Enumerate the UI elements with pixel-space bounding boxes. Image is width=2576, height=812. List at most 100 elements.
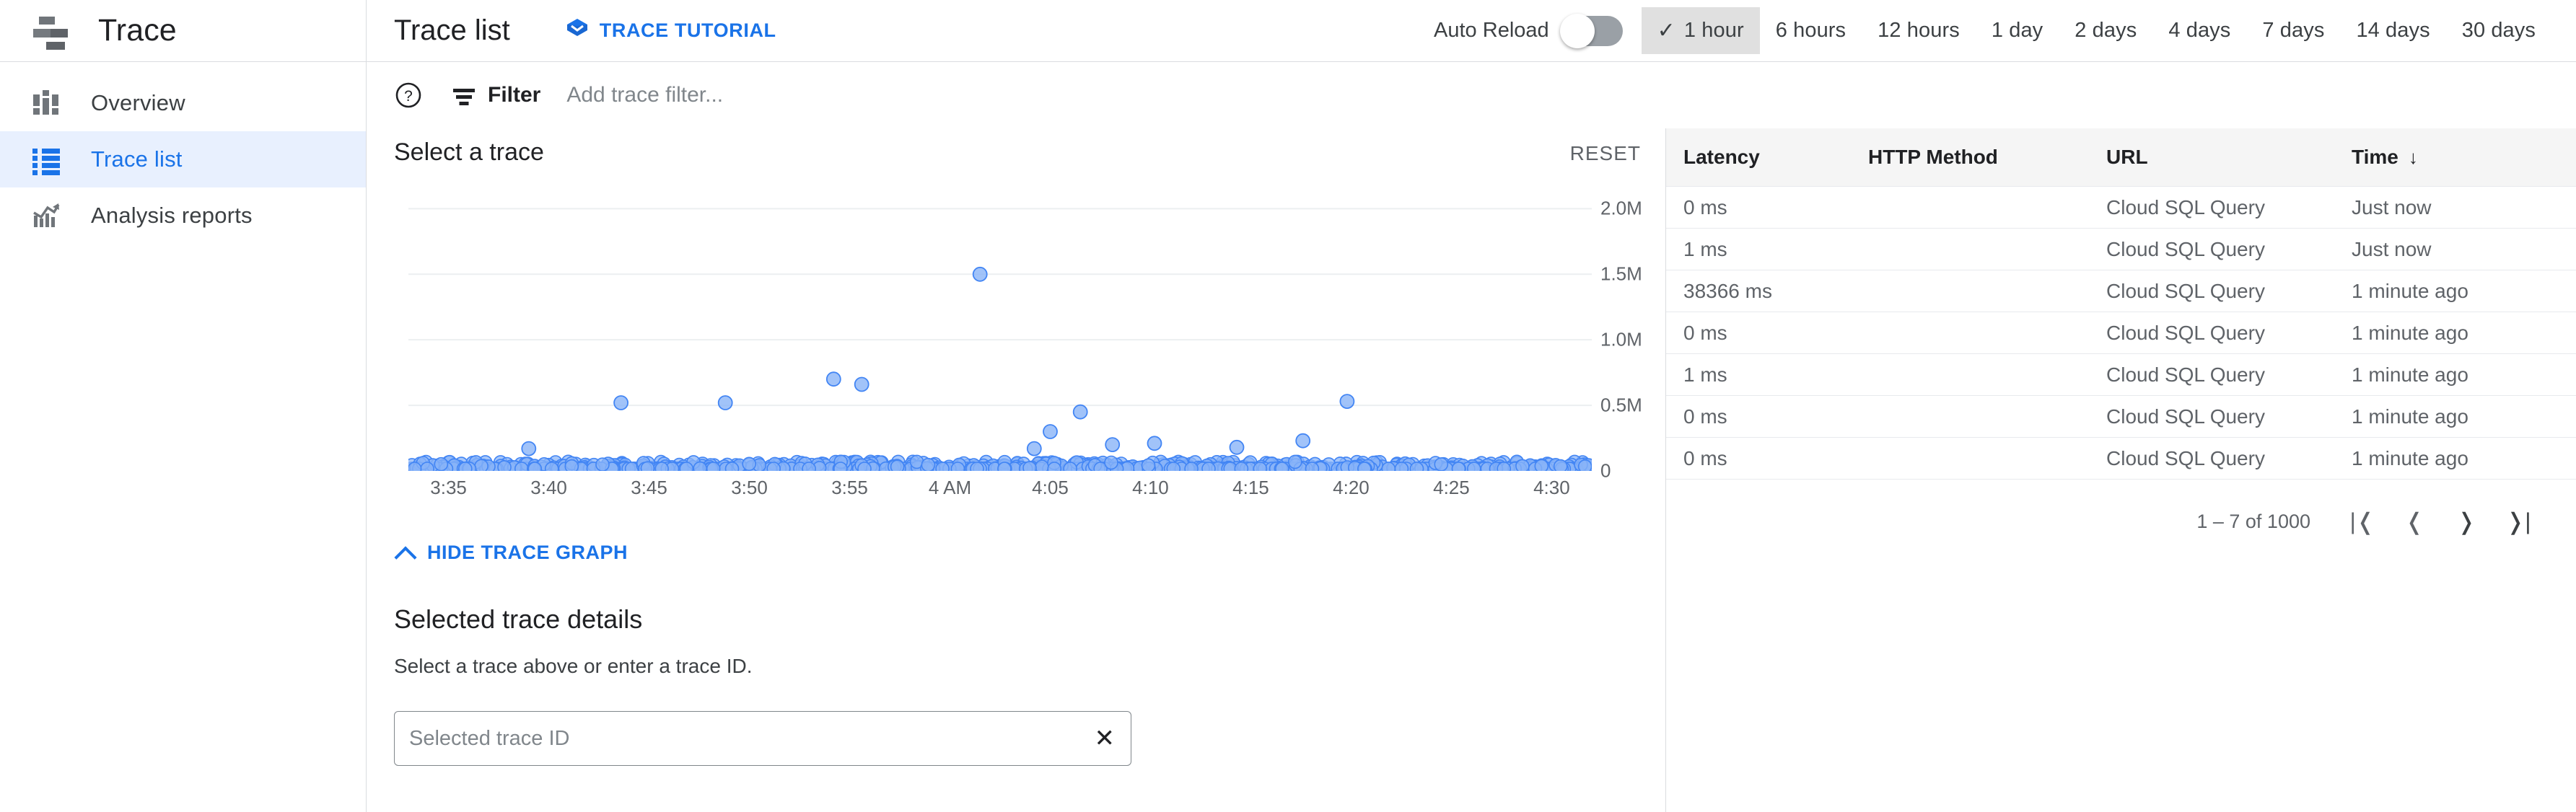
close-x-icon[interactable]: ✕ bbox=[1085, 726, 1116, 751]
trace-id-field[interactable]: ✕ bbox=[394, 711, 1131, 766]
filter-button[interactable]: Filter bbox=[452, 83, 540, 107]
page-title: Trace list bbox=[394, 14, 510, 46]
table-row[interactable]: 1 ms Cloud SQL Query 1 minute ago bbox=[1666, 353, 2576, 396]
cell-http-method bbox=[1868, 312, 2106, 354]
range-1-hour[interactable]: ✓ 1 hour bbox=[1641, 7, 1760, 54]
range-label: 14 days bbox=[2356, 19, 2430, 42]
y-axis-labels: 0 0.5M 1.0M 1.5M 2.0M bbox=[1600, 182, 1687, 482]
table-row[interactable]: 38366 ms Cloud SQL Query 1 minute ago bbox=[1666, 270, 2576, 312]
x-axis-tick: 4:05 bbox=[1032, 477, 1069, 498]
range-6-hours[interactable]: 6 hours bbox=[1760, 7, 1862, 54]
range-label: 1 hour bbox=[1683, 19, 1744, 42]
range-4-days[interactable]: 4 days bbox=[2152, 7, 2246, 54]
hide-trace-graph-label: HIDE TRACE GRAPH bbox=[427, 542, 628, 563]
sidebar-item-overview[interactable]: Overview bbox=[0, 75, 366, 131]
column-header-time[interactable]: Time ↓ bbox=[2352, 128, 2576, 187]
cell-url: Cloud SQL Query bbox=[2106, 312, 2352, 354]
previous-page-button[interactable]: ❬ bbox=[2388, 495, 2440, 547]
filter-bar: ? Filter bbox=[367, 62, 2576, 128]
x-axis-labels: 3:35 3:40 3:45 3:50 3:55 4 AM 4:05 4:10 4:15 4:20… bbox=[408, 477, 1592, 506]
cell-time: Just now bbox=[2352, 186, 2576, 229]
range-14-days[interactable]: 14 days bbox=[2340, 7, 2445, 54]
trace-filter-input[interactable] bbox=[566, 83, 1072, 107]
table-row[interactable]: 0 ms Cloud SQL Query 1 minute ago bbox=[1666, 312, 2576, 354]
table-row[interactable]: 1 ms Cloud SQL Query Just now bbox=[1666, 228, 2576, 270]
cell-time: 1 minute ago bbox=[2352, 437, 2576, 480]
trace-tutorial-label: TRACE TUTORIAL bbox=[599, 19, 776, 41]
top-bar: Trace list TRACE TUTORIAL Auto Reload ✓ bbox=[367, 0, 2576, 62]
cell-latency: 0 ms bbox=[1666, 312, 1868, 354]
cell-http-method bbox=[1868, 186, 2106, 229]
auto-reload-toggle[interactable] bbox=[1559, 13, 1623, 48]
tutorial-diamond-icon bbox=[565, 17, 590, 45]
range-12-hours[interactable]: 12 hours bbox=[1862, 7, 1976, 54]
sidebar-item-label: Analysis reports bbox=[91, 203, 253, 228]
x-axis-tick: 3:45 bbox=[631, 477, 667, 498]
trace-id-input[interactable] bbox=[409, 726, 1085, 751]
sidebar-item-label: Overview bbox=[91, 90, 185, 115]
last-page-button[interactable]: ❭| bbox=[2492, 495, 2544, 547]
cell-url: Cloud SQL Query bbox=[2106, 395, 2352, 438]
cell-time: 1 minute ago bbox=[2352, 395, 2576, 438]
reset-zoom-link[interactable]: RESET bbox=[1570, 142, 1641, 165]
table-row[interactable]: 0 ms Cloud SQL Query 1 minute ago bbox=[1666, 437, 2576, 480]
y-axis-tick: 0.5M bbox=[1600, 394, 1642, 416]
scatter-plot[interactable]: 0 0.5M 1.0M 1.5M 2.0M 3:35 3:40 3:45 3:50 3:55 4 … bbox=[394, 182, 1665, 500]
chevron-up-icon bbox=[395, 543, 416, 563]
first-page-button[interactable]: |❬ bbox=[2336, 495, 2388, 547]
range-30-days[interactable]: 30 days bbox=[2446, 7, 2551, 54]
plot-canvas[interactable] bbox=[408, 182, 1592, 471]
range-label: 12 hours bbox=[1878, 19, 1960, 42]
trace-tutorial-link[interactable]: TRACE TUTORIAL bbox=[565, 17, 776, 45]
hide-trace-graph-button[interactable]: HIDE TRACE GRAPH bbox=[394, 542, 1665, 564]
range-label: 6 hours bbox=[1775, 19, 1846, 42]
plot-svg[interactable] bbox=[408, 182, 1592, 471]
main-area: Trace list TRACE TUTORIAL Auto Reload ✓ bbox=[367, 0, 2576, 812]
hamburger-icon[interactable] bbox=[30, 15, 71, 50]
cell-latency: 0 ms bbox=[1666, 437, 1868, 480]
column-header-url[interactable]: URL bbox=[2106, 128, 2352, 187]
pagination: 1 – 7 of 1000 |❬ ❬ ❭ ❭| bbox=[1666, 480, 2576, 547]
range-label: 4 days bbox=[2168, 19, 2231, 42]
y-axis-tick: 0 bbox=[1600, 459, 1611, 482]
svg-text:?: ? bbox=[404, 88, 413, 105]
help-circle-icon[interactable]: ? bbox=[394, 81, 423, 110]
range-7-days[interactable]: 7 days bbox=[2246, 7, 2340, 54]
table-row[interactable]: 0 ms Cloud SQL Query Just now bbox=[1666, 186, 2576, 229]
sort-descending-icon: ↓ bbox=[2408, 146, 2418, 168]
auto-reload-label: Auto Reload bbox=[1434, 19, 1549, 42]
cell-http-method bbox=[1868, 395, 2106, 438]
cell-time: 1 minute ago bbox=[2352, 270, 2576, 312]
table-header-row: Latency HTTP Method URL Time ↓ bbox=[1666, 128, 2576, 187]
table-body: 0 ms Cloud SQL Query Just now 1 ms Cloud SQL… bbox=[1666, 186, 2576, 480]
column-header-time-label: Time bbox=[2352, 146, 2398, 168]
selected-trace-details: Selected trace details Select a trace ab… bbox=[394, 604, 1665, 766]
range-label: 30 days bbox=[2461, 19, 2536, 42]
sidebar: Trace Overview Trace list Analysis repor… bbox=[0, 0, 367, 812]
column-header-http-method[interactable]: HTTP Method bbox=[1868, 128, 2106, 187]
list-icon bbox=[30, 144, 62, 175]
column-header-latency[interactable]: Latency bbox=[1666, 128, 1868, 187]
x-axis-tick: 3:55 bbox=[831, 477, 868, 498]
cell-http-method bbox=[1868, 353, 2106, 396]
overview-dashboard-icon bbox=[30, 87, 62, 119]
filter-lines-icon bbox=[452, 83, 476, 107]
next-page-button[interactable]: ❭ bbox=[2440, 495, 2492, 547]
cell-http-method bbox=[1868, 437, 2106, 480]
cell-url: Cloud SQL Query bbox=[2106, 270, 2352, 312]
y-axis-tick: 1.5M bbox=[1600, 262, 1642, 285]
table-row[interactable]: 0 ms Cloud SQL Query 1 minute ago bbox=[1666, 395, 2576, 438]
cell-time: 1 minute ago bbox=[2352, 312, 2576, 354]
cell-time: 1 minute ago bbox=[2352, 353, 2576, 396]
cell-latency: 0 ms bbox=[1666, 186, 1868, 229]
range-1-day[interactable]: 1 day bbox=[1976, 7, 2059, 54]
details-subtitle: Select a trace above or enter a trace ID… bbox=[394, 655, 753, 677]
y-axis-tick: 2.0M bbox=[1600, 197, 1642, 219]
x-axis-tick: 4:30 bbox=[1533, 477, 1570, 498]
sidebar-item-analysis-reports[interactable]: Analysis reports bbox=[0, 187, 366, 244]
cell-latency: 1 ms bbox=[1666, 353, 1868, 396]
range-label: 1 day bbox=[1991, 19, 2043, 42]
sidebar-item-trace-list[interactable]: Trace list bbox=[0, 131, 366, 187]
range-2-days[interactable]: 2 days bbox=[2059, 7, 2152, 54]
y-axis-tick: 1.0M bbox=[1600, 328, 1642, 350]
